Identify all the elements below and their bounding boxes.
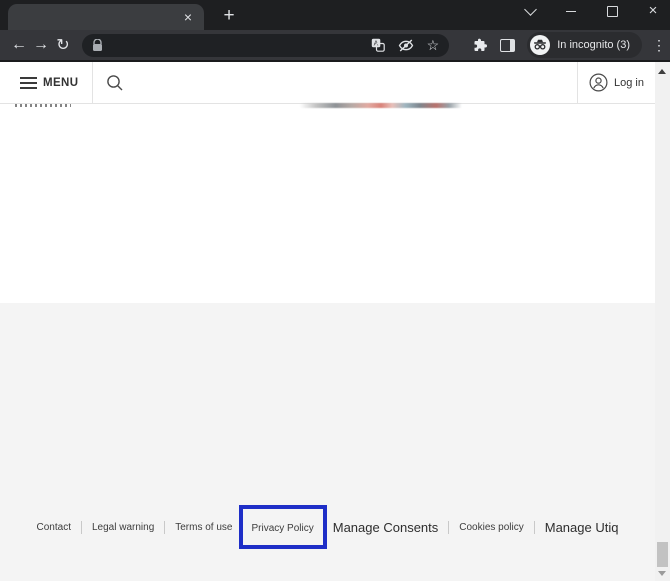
- reload-button[interactable]: ↻: [52, 35, 74, 55]
- footer-separator: [164, 521, 165, 534]
- window-chevron-icon[interactable]: [523, 4, 537, 18]
- web-page: MENU Log in Contact Legal warning Terms …: [0, 62, 670, 581]
- footer-link-manage-consents[interactable]: Manage Consents: [333, 520, 439, 535]
- user-icon: [589, 73, 608, 92]
- login-label: Log in: [614, 77, 644, 89]
- footer-separator: [448, 521, 449, 534]
- footer-links: Contact Legal warning Terms of use Priva…: [0, 505, 655, 549]
- window-close-button[interactable]: ×: [646, 4, 660, 18]
- menu-label[interactable]: MENU: [43, 77, 78, 89]
- browser-tab-strip: × + ×: [0, 0, 670, 30]
- translate-icon[interactable]: A: [371, 38, 385, 52]
- clipped-text-fragment: [15, 104, 71, 107]
- search-button[interactable]: [106, 74, 124, 92]
- browser-toolbar: ← → ↻ A ☆ In incognito (3) ⋮: [0, 30, 670, 60]
- scrollbar-down-arrow-icon[interactable]: [658, 571, 666, 576]
- scrollbar-up-arrow-icon[interactable]: [658, 69, 666, 74]
- login-button[interactable]: Log in: [577, 62, 655, 103]
- header-divider: [92, 62, 93, 103]
- browser-tab[interactable]: ×: [8, 4, 204, 30]
- forward-button[interactable]: →: [30, 36, 52, 54]
- footer-separator: [534, 521, 535, 534]
- incognito-label: In incognito (3): [557, 39, 630, 51]
- side-panel-icon[interactable]: [500, 39, 515, 52]
- privacy-policy-highlight-box: Privacy Policy: [239, 505, 327, 549]
- site-header: MENU Log in: [0, 62, 655, 104]
- clipped-image-fragment: [300, 103, 462, 108]
- footer-link-manage-utiq[interactable]: Manage Utiq: [545, 520, 619, 535]
- new-tab-button[interactable]: +: [216, 3, 242, 29]
- page-scrollbar[interactable]: [655, 62, 670, 581]
- footer-link-contact[interactable]: Contact: [37, 522, 71, 533]
- search-icon: [106, 74, 124, 92]
- bookmark-star-icon[interactable]: ☆: [427, 37, 440, 54]
- window-minimize-button[interactable]: [564, 4, 578, 18]
- footer-link-legal-warning[interactable]: Legal warning: [92, 522, 154, 533]
- back-button[interactable]: ←: [8, 36, 30, 54]
- tab-close-icon[interactable]: ×: [179, 8, 197, 26]
- footer-separator: [81, 521, 82, 534]
- hamburger-menu-icon[interactable]: [20, 77, 37, 89]
- eye-hidden-icon[interactable]: [398, 39, 414, 52]
- incognito-avatar-icon: [530, 35, 550, 55]
- lock-icon: [92, 39, 103, 52]
- window-maximize-button[interactable]: [605, 4, 619, 18]
- scrollbar-thumb[interactable]: [657, 542, 668, 567]
- browser-menu-icon[interactable]: ⋮: [652, 37, 662, 54]
- footer-link-privacy-policy[interactable]: Privacy Policy: [252, 523, 314, 534]
- footer-link-terms-of-use[interactable]: Terms of use: [175, 522, 232, 533]
- extensions-puzzle-icon[interactable]: [472, 38, 487, 53]
- window-controls: ×: [523, 0, 664, 22]
- incognito-profile-chip[interactable]: In incognito (3): [527, 32, 642, 58]
- address-bar[interactable]: A ☆: [82, 34, 449, 57]
- footer-link-cookies-policy[interactable]: Cookies policy: [459, 522, 523, 533]
